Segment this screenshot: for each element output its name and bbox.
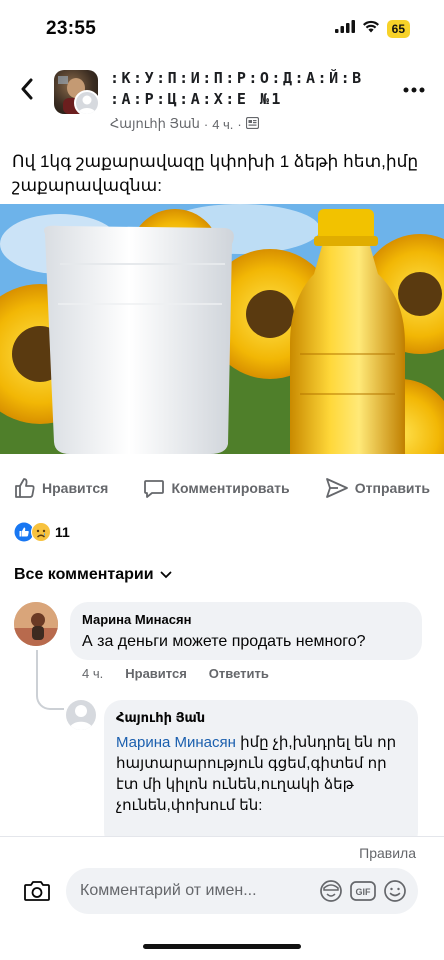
group-name[interactable]: :К:У:П:И:П:Р:О:Д:А:Й:В :А:Р:Ц:А:Х:Е №1 (110, 68, 361, 110)
comment-bubble-icon (144, 480, 165, 498)
comment-time: 4 ч. (82, 666, 104, 681)
default-user-icon (78, 95, 96, 114)
gif-label: GIF (356, 887, 372, 897)
reply-author[interactable]: Հայուհի Յան (116, 709, 406, 726)
wifi-icon (362, 20, 380, 38)
comment-reply-button[interactable]: Ответить (209, 666, 269, 681)
post-actions: Нравится Комментировать Отправить (0, 470, 444, 506)
default-user-icon (69, 705, 93, 730)
post-text: Ով 1կգ շաքարավազը կփոխի 1 ձեթի հետ,իմը շ… (12, 152, 419, 195)
share-label: Отправить (354, 480, 430, 496)
post-author[interactable]: Հայուհի Յան (110, 116, 200, 132)
reactions-summary[interactable]: 11 (14, 522, 70, 542)
reply-text: Марина Минасян իմը չի,խնդրել են որ հայտա… (116, 732, 406, 816)
gif-button[interactable]: GIF (350, 878, 376, 904)
reply-mention-link[interactable]: Марина Минасян (116, 734, 236, 751)
status-time: 23:55 (46, 18, 97, 39)
rules-link[interactable]: Правила (359, 845, 416, 861)
like-label: Нравится (42, 480, 109, 496)
post-image[interactable] (0, 204, 444, 454)
reply-author-avatar[interactable] (66, 700, 96, 730)
chevron-down-icon (160, 571, 171, 579)
meta-separator: · (237, 116, 242, 132)
smiley-icon (384, 880, 406, 902)
comment-meta: 4 ч. Нравится Ответить (82, 666, 269, 681)
post-time[interactable]: 4 ч. (212, 117, 233, 132)
comment-text: А за деньги можете продать немного? (82, 633, 366, 650)
post-meta: Հայուհի Յան · 4 ч. · (110, 116, 259, 132)
status-icons: 65 (334, 20, 410, 38)
chevron-left-icon (21, 78, 33, 100)
comment-bubble: Марина Минасян А за деньги можете продат… (70, 602, 422, 660)
send-icon (325, 478, 348, 498)
camera-button[interactable] (22, 876, 52, 906)
back-button[interactable] (14, 74, 40, 104)
like-button[interactable]: Нравится (14, 477, 108, 499)
reaction-count: 11 (55, 524, 70, 540)
group-audience-icon (245, 116, 259, 132)
reply-bubble: Հայուհի Յան Марина Минасян իմը չի,խնդրել… (104, 700, 418, 850)
comment-button[interactable]: Комментировать (143, 477, 290, 499)
gif-icon: GIF (350, 881, 376, 901)
comment-like-button[interactable]: Нравится (125, 666, 187, 681)
emoji-button[interactable] (382, 878, 408, 904)
camera-icon (24, 881, 50, 901)
home-indicator (143, 944, 301, 949)
sugar-and-oil-photo (0, 204, 444, 454)
more-options-button[interactable] (402, 80, 426, 100)
thread-connector (36, 650, 64, 710)
comments-filter-label: Все комментарии (14, 566, 154, 583)
comment-author[interactable]: Марина Минасян (82, 611, 410, 628)
reaction-icons (14, 522, 51, 542)
more-dots-icon (403, 87, 425, 93)
meta-separator: · (203, 116, 209, 132)
battery-icon: 65 (386, 20, 410, 38)
comment-input-box[interactable]: GIF (66, 868, 418, 914)
avatar-sticker-button[interactable] (318, 878, 344, 904)
avatar-sticker-icon (320, 880, 342, 902)
commenter-avatar[interactable] (14, 602, 58, 646)
commenter-photo (14, 602, 58, 646)
share-button[interactable]: Отправить (325, 477, 430, 499)
author-avatar[interactable] (74, 90, 100, 116)
sad-reaction-icon (31, 522, 51, 542)
comment-input[interactable] (80, 882, 312, 900)
comments-filter-dropdown[interactable]: Все комментарии (14, 566, 172, 584)
comment-label: Комментировать (171, 480, 290, 496)
thumbs-up-icon (15, 478, 35, 498)
status-bar: 23:55 65 (0, 0, 444, 58)
signal-icon (334, 20, 355, 38)
